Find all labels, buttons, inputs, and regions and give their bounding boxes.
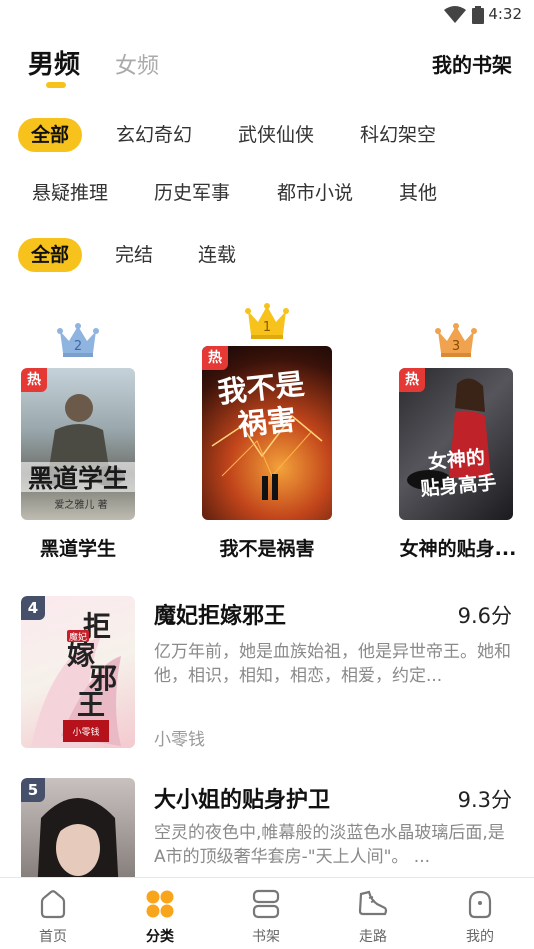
status-chip-serializing[interactable]: 连载 xyxy=(189,238,245,272)
genre-chip-scifi[interactable]: 科幻架空 xyxy=(352,118,444,152)
genre-chip-wuxia[interactable]: 武侠仙侠 xyxy=(230,118,322,152)
category-icon xyxy=(146,890,174,918)
svg-text:魔妃: 魔妃 xyxy=(69,631,87,643)
book-description: 亿万年前，她是血族始祖，他是异世帝王。她和他，相识，相知，相恋，相爱，约定... xyxy=(154,642,511,686)
book-score: 9.3分 xyxy=(457,788,512,812)
genre-chip-fantasy[interactable]: 玄幻奇幻 xyxy=(108,118,200,152)
book-title: 我不是祸害 xyxy=(219,538,315,560)
svg-text:爱之雅儿 著: 爱之雅儿 著 xyxy=(54,498,107,511)
svg-text:王: 王 xyxy=(77,688,105,721)
silver-crown-icon: 2 xyxy=(57,323,99,357)
nav-label: 走路 xyxy=(359,929,387,945)
book-author: 小零钱 xyxy=(154,730,205,750)
svg-text:黑道学生: 黑道学生 xyxy=(28,464,128,493)
hot-badge: 热 xyxy=(21,368,47,392)
book-description: 空灵的夜色中,帷幕般的淡蓝色水晶玻璃后面,是A市的顶级奢华套房-"天上人间"。 … xyxy=(154,823,505,867)
battery-icon xyxy=(472,6,484,24)
book-title: 黑道学生 xyxy=(39,538,116,560)
book-title: 魔妃拒嫁邪王 xyxy=(154,604,287,629)
svg-text:1: 1 xyxy=(263,320,271,335)
nav-profile[interactable]: 我的 xyxy=(427,878,533,949)
status-bar: 4:32 xyxy=(0,0,534,30)
svg-text:祸害: 祸害 xyxy=(236,402,297,442)
tab-indicator xyxy=(46,82,66,88)
svg-text:小零钱: 小零钱 xyxy=(72,726,99,738)
book-cover[interactable]: 黑道学生 爱之雅儿 著 热 xyxy=(21,368,135,520)
top-tabs: 男频 女频 我的书架 xyxy=(0,40,534,96)
book-cover[interactable]: 拒 嫁 邪 王 魔妃 小零钱 4 xyxy=(21,596,135,748)
home-icon xyxy=(40,890,66,919)
rank-number-badge: 5 xyxy=(21,778,45,802)
tab-male[interactable]: 男频 xyxy=(28,44,80,81)
rank-number-badge: 4 xyxy=(21,596,45,620)
svg-text:2: 2 xyxy=(74,339,82,354)
hot-badge: 热 xyxy=(399,368,425,392)
book-title: 女神的贴身... xyxy=(399,538,517,560)
list-item[interactable]: 5 大小姐的贴身护卫 9.3分 空灵的夜色中,帷幕般的淡蓝色水晶玻璃后面,是A市… xyxy=(0,778,534,878)
status-chip-completed[interactable]: 完结 xyxy=(106,238,162,272)
status-time: 4:32 xyxy=(488,5,522,23)
nav-label: 书架 xyxy=(252,929,280,945)
nav-walk[interactable]: 走路 xyxy=(320,878,426,949)
book-title: 大小姐的贴身护卫 xyxy=(154,788,331,813)
gold-crown-icon: 1 xyxy=(245,303,289,339)
nav-category[interactable]: 分类 xyxy=(107,878,213,949)
profile-icon xyxy=(468,890,492,919)
list-item[interactable]: 拒 嫁 邪 王 魔妃 小零钱 4 魔妃拒嫁邪王 9.6分 亿万年前，她是血族始祖… xyxy=(0,596,534,756)
wifi-icon xyxy=(444,6,466,23)
genre-chip-urban[interactable]: 都市小说 xyxy=(269,176,361,210)
bookshelf-icon xyxy=(252,889,280,919)
book-cover[interactable]: 我不是 祸害 热 xyxy=(202,346,332,520)
book-score: 9.6分 xyxy=(457,604,512,628)
shoe-icon xyxy=(358,890,388,916)
status-chip-all[interactable]: 全部 xyxy=(18,238,82,272)
nav-label: 我的 xyxy=(466,929,494,945)
genre-chip-mystery[interactable]: 悬疑推理 xyxy=(24,176,116,210)
nav-bookshelf[interactable]: 书架 xyxy=(213,878,319,949)
genre-chip-other[interactable]: 其他 xyxy=(390,176,446,210)
book-cover[interactable]: 女神的 贴身高手 热 xyxy=(399,368,513,520)
bronze-crown-icon: 3 xyxy=(435,323,477,357)
nav-label: 分类 xyxy=(146,929,174,945)
hot-badge: 热 xyxy=(202,346,228,370)
genre-chip-history[interactable]: 历史军事 xyxy=(146,176,238,210)
book-cover[interactable]: 5 xyxy=(21,778,135,878)
svg-text:3: 3 xyxy=(452,339,460,354)
nav-label: 首页 xyxy=(39,929,67,945)
bottom-nav: 首页 分类 书架 走路 我的 xyxy=(0,877,534,949)
my-bookshelf-link[interactable]: 我的书架 xyxy=(432,49,512,78)
nav-home[interactable]: 首页 xyxy=(0,878,106,949)
genre-chip-all[interactable]: 全部 xyxy=(18,118,82,152)
tab-female[interactable]: 女频 xyxy=(115,48,159,80)
